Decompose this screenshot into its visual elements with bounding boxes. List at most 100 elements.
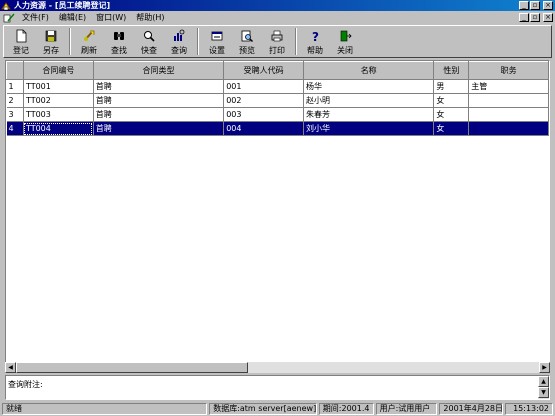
cell-gender[interactable]: 女 xyxy=(433,107,470,122)
cell-contract-no[interactable]: TT004 xyxy=(23,121,94,136)
help-icon: ? xyxy=(312,30,319,43)
refresh-button[interactable]: 刷新 xyxy=(74,27,104,56)
query-icon xyxy=(174,29,185,41)
preview-button[interactable]: 预览 xyxy=(232,27,262,56)
query-button[interactable]: 查询 xyxy=(164,27,194,56)
print-button[interactable]: 打印 xyxy=(262,27,292,56)
cell-employee-code[interactable]: 002 xyxy=(223,93,304,108)
doc-minimize-button[interactable]: _ xyxy=(519,13,529,22)
quick-search-icon xyxy=(144,31,155,42)
status-ready: 就绪 xyxy=(2,403,208,415)
menu-help[interactable]: 帮助(H) xyxy=(131,12,169,23)
exit-door-icon xyxy=(340,30,352,42)
status-database: 数据库:atm server[aenew] xyxy=(209,403,317,415)
query-notes-label: 查询附注: xyxy=(8,380,43,389)
cell-contract-type[interactable]: 首聘 xyxy=(93,121,225,136)
cell-position[interactable]: 主管 xyxy=(468,79,549,94)
row-number: 2 xyxy=(6,93,24,108)
scrollbar-track[interactable] xyxy=(248,362,539,373)
cell-name[interactable]: 杨华 xyxy=(303,79,435,94)
save-icon xyxy=(45,30,57,42)
cell-contract-type[interactable]: 首聘 xyxy=(93,93,225,108)
cell-contract-no[interactable]: TT002 xyxy=(23,93,94,108)
status-bar: 就绪 数据库:atm server[aenew] 期间:2001.4 用户:试用… xyxy=(0,402,555,416)
horizontal-scrollbar[interactable]: ◀ ▶ xyxy=(5,362,550,373)
close-button[interactable]: × xyxy=(543,1,553,10)
column-header-employee-code[interactable]: 受聘人代码 xyxy=(223,61,304,80)
toolbar-separator xyxy=(197,28,199,55)
cell-name[interactable]: 赵小明 xyxy=(303,93,435,108)
save-as-button[interactable]: 另存 xyxy=(36,27,66,56)
status-period: 期间:2001.4 xyxy=(318,403,374,415)
column-header-contract-type[interactable]: 合同类型 xyxy=(92,61,225,80)
cell-contract-type[interactable]: 首聘 xyxy=(93,79,225,94)
table-row[interactable]: 2 TT002 首聘 002 赵小明 女 xyxy=(6,93,549,108)
settings-button[interactable]: 设置 xyxy=(202,27,232,56)
column-header-gender[interactable]: 性别 xyxy=(433,61,470,80)
refresh-icon xyxy=(84,30,95,41)
scroll-right-button[interactable]: ▶ xyxy=(539,362,550,373)
status-date: 2001年4月28日 xyxy=(439,403,504,415)
row-number: 1 xyxy=(6,79,24,94)
register-button[interactable]: 登记 xyxy=(6,27,36,56)
scroll-left-button[interactable]: ◀ xyxy=(5,362,16,373)
cell-position[interactable] xyxy=(468,107,549,122)
cell-position[interactable] xyxy=(468,93,549,108)
minimize-button[interactable]: _ xyxy=(519,1,529,10)
new-document-icon xyxy=(16,29,27,43)
grid-table: 合同编号 合同类型 受聘人代码 名称 性别 职务 1 TT001 首聘 001 … xyxy=(6,61,549,136)
menu-bar: 文件(F) 编辑(E) 窗口(W) 帮助(H) _ ▫ × xyxy=(0,11,555,24)
find-button[interactable]: 查找 xyxy=(104,27,134,56)
row-number: 3 xyxy=(6,107,24,122)
cell-employee-code[interactable]: 001 xyxy=(223,79,304,94)
cell-gender[interactable]: 女 xyxy=(433,121,470,136)
notes-vertical-scrollbar[interactable]: ▲ ▼ xyxy=(538,376,549,399)
doc-close-button[interactable]: × xyxy=(543,13,553,22)
cell-employee-code[interactable]: 004 xyxy=(223,121,304,136)
status-time: 15:13:02 xyxy=(505,403,554,415)
document-pen-icon xyxy=(3,13,15,22)
scroll-down-button[interactable]: ▼ xyxy=(538,387,549,398)
row-number-header[interactable] xyxy=(6,61,24,80)
toolbar: 登记 另存 刷新 查找 快查 查询 设置 预览 打印 ? 帮助 关闭 xyxy=(3,25,552,58)
quick-search-button[interactable]: 快查 xyxy=(134,27,164,56)
scroll-up-button[interactable]: ▲ xyxy=(538,376,549,387)
scrollbar-thumb[interactable] xyxy=(16,362,248,373)
close-window-button[interactable]: 关闭 xyxy=(330,27,360,56)
cell-name[interactable]: 刘小华 xyxy=(303,121,435,136)
doc-restore-button[interactable]: ▫ xyxy=(530,13,540,22)
settings-icon xyxy=(211,31,223,41)
cell-gender[interactable]: 男 xyxy=(433,79,470,94)
toolbar-separator xyxy=(295,28,297,55)
data-grid[interactable]: 合同编号 合同类型 受聘人代码 名称 性别 职务 1 TT001 首聘 001 … xyxy=(5,60,550,372)
menu-edit[interactable]: 编辑(E) xyxy=(54,12,91,23)
column-header-name[interactable]: 名称 xyxy=(302,61,435,80)
grid-header-row: 合同编号 合同类型 受聘人代码 名称 性别 职务 xyxy=(6,61,549,80)
table-row[interactable]: 1 TT001 首聘 001 杨华 男 主管 xyxy=(6,79,549,94)
svg-text:?: ? xyxy=(312,30,319,43)
binoculars-icon xyxy=(114,32,124,40)
help-button[interactable]: ? 帮助 xyxy=(300,27,330,56)
title-bar: 人力资源 - [员工续聘登记] _ ▫ × xyxy=(0,0,555,11)
table-row[interactable]: 3 TT003 首聘 003 朱春芳 女 xyxy=(6,107,549,122)
column-header-contract-no[interactable]: 合同编号 xyxy=(22,61,94,80)
cell-position[interactable] xyxy=(468,121,549,136)
preview-icon xyxy=(241,30,253,42)
cell-name[interactable]: 朱春芳 xyxy=(303,107,435,122)
printer-icon xyxy=(271,30,283,42)
cell-employee-code[interactable]: 003 xyxy=(223,107,304,122)
table-row-selected[interactable]: 4 TT004 首聘 004 刘小华 女 xyxy=(6,121,549,136)
menu-window[interactable]: 窗口(W) xyxy=(91,12,131,23)
window-title: 人力资源 - [员工续聘登记] xyxy=(14,1,111,10)
cell-contract-no[interactable]: TT001 xyxy=(23,79,94,94)
cell-contract-type[interactable]: 首聘 xyxy=(93,107,225,122)
toolbar-separator xyxy=(69,28,71,55)
cell-contract-no[interactable]: TT003 xyxy=(23,107,94,122)
menu-file[interactable]: 文件(F) xyxy=(17,12,54,23)
cell-gender[interactable]: 女 xyxy=(433,93,470,108)
restore-button[interactable]: ▫ xyxy=(530,1,540,10)
query-notes-panel[interactable]: 查询附注: ▲ ▼ xyxy=(5,375,550,400)
app-icon xyxy=(1,1,11,10)
row-number: 4 xyxy=(6,121,24,136)
column-header-position[interactable]: 职务 xyxy=(468,61,549,80)
